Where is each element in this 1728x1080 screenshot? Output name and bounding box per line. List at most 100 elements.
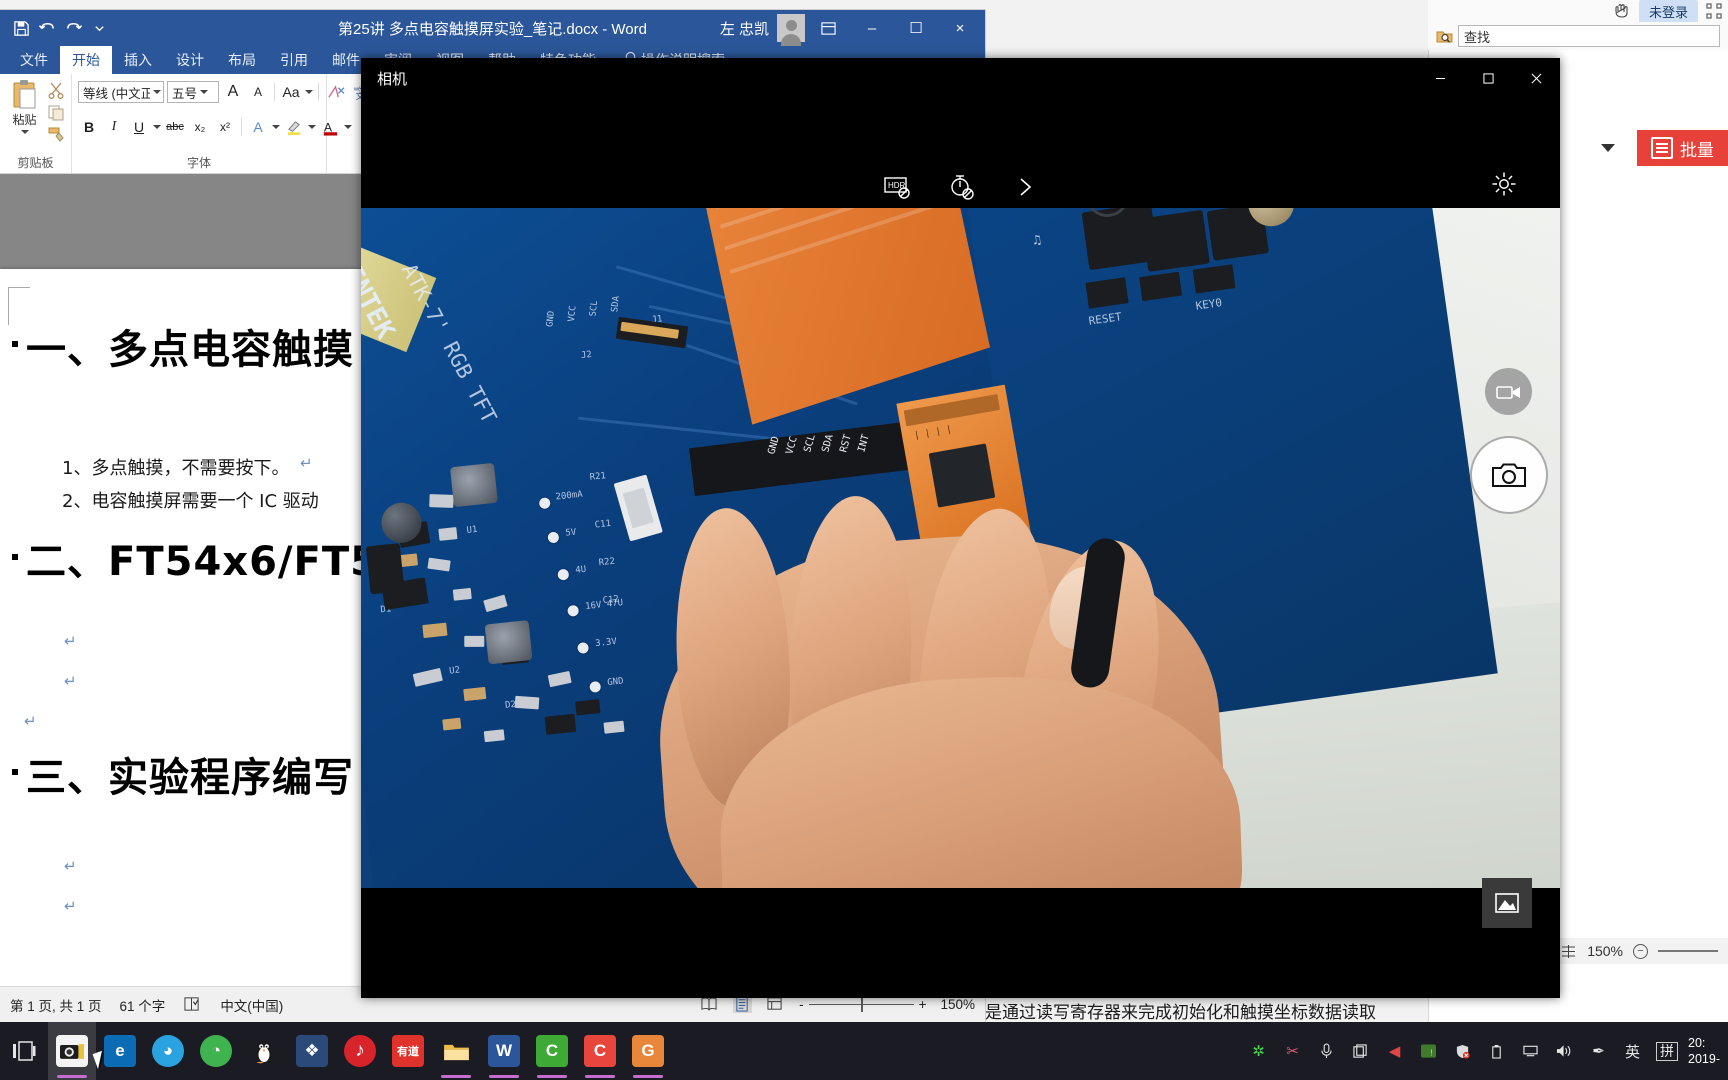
undo-icon[interactable] bbox=[34, 15, 60, 41]
timer-off-icon[interactable] bbox=[946, 172, 976, 202]
page-count[interactable]: 第 1 页, 共 1 页 bbox=[10, 995, 102, 1015]
font-name-combo[interactable]: 等线 (中文正… bbox=[78, 81, 164, 103]
taskbar-item-pdf-app[interactable]: G bbox=[624, 1022, 672, 1080]
zoom-slider-track[interactable] bbox=[1658, 950, 1718, 952]
tab-file[interactable]: 文件 bbox=[8, 46, 60, 74]
window-copy-icon[interactable] bbox=[1350, 1041, 1371, 1062]
taskbar-item-green-browser-app[interactable]: ◔ bbox=[192, 1022, 240, 1080]
change-case-button[interactable]: Aa bbox=[280, 81, 302, 103]
chevron-down-icon[interactable] bbox=[153, 125, 161, 129]
tab-home[interactable]: 开始 bbox=[60, 46, 112, 74]
taskbar-item-microsoft-edge[interactable]: e bbox=[96, 1022, 144, 1080]
ribbon-display-options-button[interactable] bbox=[807, 11, 849, 45]
camera-maximize-button[interactable] bbox=[1464, 58, 1512, 98]
ns-scissors-icon[interactable]: ✂ bbox=[1282, 1041, 1303, 1062]
chevron-down-icon[interactable] bbox=[20, 130, 29, 134]
taskbar-item-red-c-app[interactable]: C bbox=[576, 1022, 624, 1080]
user-name[interactable]: 左 忠凯 bbox=[720, 18, 769, 39]
zoom-out-icon[interactable]: − bbox=[1633, 943, 1648, 959]
batch-button[interactable]: 批量 bbox=[1637, 130, 1728, 166]
tab-insert[interactable]: 插入 bbox=[112, 46, 164, 74]
gallery-thumbnail-icon[interactable] bbox=[1482, 878, 1532, 928]
ime-pinyin-icon[interactable]: 拼 bbox=[1656, 1041, 1679, 1061]
chevron-down-icon[interactable] bbox=[200, 90, 209, 94]
font-size-combo[interactable]: 五号 bbox=[167, 81, 219, 103]
more-icon[interactable] bbox=[86, 15, 112, 41]
hdr-off-icon[interactable]: HDR bbox=[882, 172, 912, 202]
read-mode-icon[interactable] bbox=[700, 996, 719, 1013]
login-status-badge[interactable]: 未登录 bbox=[1638, 0, 1698, 23]
hand-icon[interactable] bbox=[1613, 3, 1631, 19]
word-count[interactable]: 61 个字 bbox=[120, 995, 166, 1015]
video-camera-icon[interactable] bbox=[1485, 368, 1532, 415]
zoom-in-button[interactable]: + bbox=[919, 997, 927, 1012]
red-triangle-icon[interactable]: ◀ bbox=[1384, 1041, 1405, 1062]
camera-preview[interactable]: ALIENTEK ATK-7' RGB TFT 200mA 5V 4U 16V … bbox=[361, 208, 1560, 888]
zoom-level[interactable]: 150% bbox=[940, 997, 975, 1012]
camera-minimize-button[interactable] bbox=[1416, 58, 1464, 98]
cut-icon[interactable] bbox=[47, 82, 65, 99]
font-color-button[interactable]: A bbox=[319, 116, 341, 138]
volume-icon[interactable] bbox=[1554, 1041, 1575, 1062]
copy-icon[interactable] bbox=[47, 104, 65, 121]
taskbar-item-media-app[interactable]: ❖ bbox=[288, 1022, 336, 1080]
text-effects-button[interactable]: A bbox=[247, 116, 269, 138]
chevron-down-icon[interactable] bbox=[305, 90, 313, 94]
chevron-down-icon[interactable] bbox=[308, 125, 316, 129]
ime-language-icon[interactable]: 英 bbox=[1622, 1041, 1643, 1062]
zoom-slider-track[interactable] bbox=[808, 996, 914, 1012]
shrink-font-button[interactable]: A bbox=[247, 81, 269, 103]
close-button[interactable]: × bbox=[939, 11, 981, 45]
book-view-icon[interactable] bbox=[1560, 944, 1577, 959]
chevron-down-icon[interactable] bbox=[1601, 144, 1615, 152]
camera-close-button[interactable] bbox=[1512, 58, 1560, 98]
taskbar-item-camera-app[interactable] bbox=[48, 1022, 96, 1080]
gear-icon[interactable] bbox=[1490, 170, 1518, 198]
zoom-out-button[interactable]: - bbox=[799, 997, 804, 1012]
redo-icon[interactable] bbox=[60, 15, 86, 41]
save-icon[interactable] bbox=[8, 15, 34, 41]
taskbar-item-qq-penguin[interactable] bbox=[240, 1022, 288, 1080]
zoom-slider-thumb[interactable] bbox=[860, 996, 864, 1012]
microphone-icon[interactable] bbox=[1316, 1041, 1337, 1062]
search-input[interactable]: 查找 bbox=[1458, 25, 1720, 47]
proofing-icon[interactable] bbox=[183, 996, 202, 1013]
chevron-down-icon[interactable] bbox=[272, 125, 280, 129]
web-layout-icon[interactable] bbox=[766, 996, 785, 1013]
maximize-button[interactable]: ☐ bbox=[895, 11, 937, 45]
highlight-color-button[interactable] bbox=[283, 116, 305, 138]
bold-button[interactable]: B bbox=[78, 116, 100, 138]
photo-camera-icon[interactable] bbox=[1470, 436, 1548, 514]
strikethrough-button[interactable]: abc bbox=[164, 116, 186, 138]
language-indicator[interactable]: 中文(中国) bbox=[220, 995, 283, 1015]
network-icon[interactable] bbox=[1520, 1041, 1541, 1062]
chevron-down-icon[interactable] bbox=[153, 90, 161, 94]
taskbar-item-file-explorer[interactable] bbox=[432, 1022, 480, 1080]
format-painter-icon[interactable] bbox=[47, 126, 65, 143]
grid-icon[interactable] bbox=[1706, 3, 1722, 19]
paste-button[interactable]: 粘贴 bbox=[6, 79, 43, 134]
tab-design[interactable]: 设计 bbox=[164, 46, 216, 74]
tab-layout[interactable]: 布局 bbox=[216, 46, 268, 74]
folder-search-icon[interactable] bbox=[1436, 29, 1453, 44]
chevron-right-icon[interactable] bbox=[1010, 172, 1040, 202]
superscript-button[interactable]: x² bbox=[214, 116, 236, 138]
italic-button[interactable]: I bbox=[103, 116, 125, 138]
clock[interactable]: 20: 2019- bbox=[1688, 1035, 1728, 1067]
print-layout-icon[interactable] bbox=[733, 996, 753, 1013]
taskbar-item-microsoft-word[interactable]: W bbox=[480, 1022, 528, 1080]
clear-formatting-icon[interactable] bbox=[324, 81, 346, 103]
green-shield-icon[interactable]: ✲ bbox=[1248, 1041, 1269, 1062]
minimize-button[interactable]: – bbox=[851, 11, 893, 45]
taskbar-item-wechat-green-app[interactable]: C bbox=[528, 1022, 576, 1080]
nvidia-icon[interactable]: ! bbox=[1418, 1041, 1439, 1062]
taskbar-item-youdao-dict[interactable]: 有道 bbox=[384, 1022, 432, 1080]
security-shield-icon[interactable] bbox=[1452, 1041, 1473, 1062]
task-view-icon[interactable] bbox=[0, 1022, 48, 1080]
taskbar-item-blue-globe-app[interactable]: ◕ bbox=[144, 1022, 192, 1080]
usb-eject-icon[interactable] bbox=[1486, 1041, 1507, 1062]
tab-references[interactable]: 引用 bbox=[268, 46, 320, 74]
chevron-down-icon[interactable] bbox=[344, 125, 352, 129]
pen-icon[interactable]: ✒ bbox=[1588, 1041, 1609, 1062]
subscript-button[interactable]: x₂ bbox=[189, 116, 211, 138]
